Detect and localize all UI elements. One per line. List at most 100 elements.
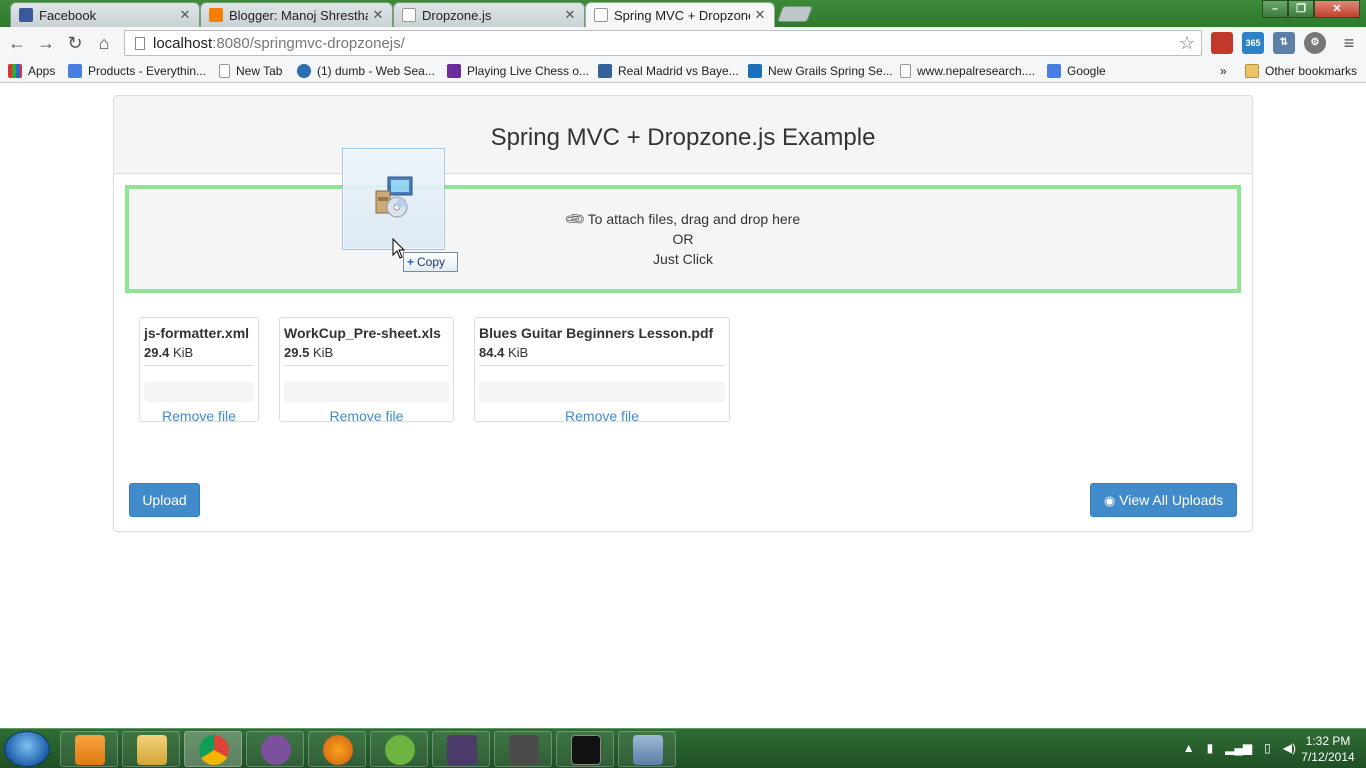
firefox-icon [323, 735, 353, 765]
address-bar[interactable]: localhost:8080/springmvc-dropzonejs/ ☆ [124, 30, 1202, 56]
file-size-unit: KiB [172, 345, 194, 360]
start-button[interactable] [4, 731, 50, 767]
bookmark-live-chess[interactable]: Playing Live Chess o... [447, 62, 589, 80]
view-all-uploads-label: View All Uploads [1119, 492, 1224, 508]
file-size-value: 29.5 [284, 345, 310, 360]
folder-icon [1245, 64, 1259, 78]
tab-blogger[interactable]: Blogger: Manoj Shrestha's ✕ [200, 2, 393, 27]
upload-button[interactable]: Upload [129, 483, 200, 517]
bookmark-apps[interactable]: Apps [8, 62, 55, 80]
bookmark-label: Google [1067, 64, 1106, 78]
reload-icon[interactable]: ↻ [63, 31, 87, 55]
file-name: WorkCup_Pre-sheet.xls [284, 325, 441, 341]
bing-icon [297, 64, 311, 78]
file-size: 29.5 KiB [284, 344, 449, 366]
installer-package-icon [375, 176, 413, 218]
close-icon[interactable]: ✕ [564, 7, 576, 23]
taskbar-eclipse-javaee[interactable] [432, 731, 490, 767]
menu-icon[interactable]: ≡ [1338, 32, 1360, 54]
taskbar-viber[interactable] [246, 731, 304, 767]
copy-label: Copy [417, 255, 446, 269]
bookmark-new-tab[interactable]: New Tab [219, 62, 282, 80]
tab-label: Facebook [39, 7, 97, 23]
bookmark-products[interactable]: Products - Everythin... [68, 62, 206, 80]
upload-progress-bar [479, 382, 725, 402]
taskbar-clock[interactable]: 1:32 PM 7/12/2014 [1298, 733, 1358, 765]
tab-label: Blogger: Manoj Shrestha's [229, 7, 368, 23]
close-icon[interactable]: ✕ [372, 7, 384, 23]
bookmark-other[interactable]: Other bookmarks [1245, 62, 1357, 80]
close-icon[interactable]: ✕ [179, 7, 191, 23]
remove-file-link[interactable]: Remove file [144, 408, 254, 424]
google-icon [68, 64, 82, 78]
media-player-icon [75, 735, 105, 765]
file-name: js-formatter.xml [144, 325, 250, 341]
bookmark-grails-spring[interactable]: New Grails Spring Se... [748, 62, 893, 80]
download-extension-icon[interactable]: ⇅ [1273, 32, 1295, 54]
url-path: :8080/springmvc-dropzonejs/ [212, 34, 405, 52]
apps-icon [8, 64, 22, 78]
terminal-icon [571, 735, 601, 765]
view-all-uploads-button[interactable]: ◉ View All Uploads [1090, 483, 1237, 517]
taskbar-firefox[interactable] [308, 731, 366, 767]
panel-heading: Spring MVC + Dropzone.js Example [114, 96, 1252, 174]
bookmarks-bar: Apps Products - Everythin... New Tab (1)… [0, 59, 1366, 83]
bookmark-label: Other bookmarks [1265, 64, 1358, 78]
dropzone-line3: Just Click [653, 251, 713, 267]
home-icon[interactable]: ⌂ [92, 31, 116, 55]
bookmark-dumb-web-search[interactable]: (1) dumb - Web Sea... [297, 62, 435, 80]
tab-facebook[interactable]: Facebook ✕ [10, 2, 200, 27]
window-close-icon[interactable]: ✕ [1314, 0, 1360, 18]
new-tab-button[interactable] [777, 6, 813, 22]
bookmarks-overflow-button[interactable]: » [1220, 62, 1227, 80]
taskbar-command-prompt[interactable] [556, 731, 614, 767]
bookmark-google[interactable]: Google [1047, 62, 1106, 80]
drag-file-ghost [342, 148, 445, 250]
battery-icon[interactable]: ▯ [1264, 741, 1271, 755]
taskbar-sublime-text[interactable] [494, 731, 552, 767]
page-icon [135, 36, 145, 50]
taskbar-file-explorer[interactable] [122, 731, 180, 767]
bookmark-label: Apps [28, 64, 56, 78]
volume-icon[interactable]: ◀) [1283, 741, 1296, 755]
gear-extension-icon[interactable]: ⚙ [1304, 32, 1326, 54]
remove-file-link[interactable]: Remove file [284, 408, 449, 424]
browser-titlebar: Facebook ✕ Blogger: Manoj Shrestha's ✕ D… [0, 0, 1366, 27]
file-preview: js-formatter.xml 29.4 KiB Remove file [139, 317, 259, 424]
window-controls: – ❐ ✕ [1262, 0, 1360, 18]
bookmark-star-icon[interactable]: ☆ [1179, 33, 1195, 54]
chrome-icon [199, 735, 229, 765]
bookmark-real-madrid[interactable]: Real Madrid vs Baye... [598, 62, 739, 80]
upload-progress-bar [284, 382, 449, 402]
forward-icon[interactable]: → [34, 31, 58, 55]
show-hidden-icons-icon[interactable]: ▲ [1183, 741, 1195, 755]
sublime-text-icon [509, 735, 539, 765]
tab-dropzone[interactable]: Dropzone.js ✕ [393, 2, 585, 27]
upload-progress-bar [144, 382, 254, 402]
bookmark-extension-icon[interactable] [1211, 32, 1233, 54]
signal-icon[interactable]: ▂▄▆ [1225, 741, 1252, 755]
minimize-icon[interactable]: – [1262, 0, 1288, 18]
spring-leaf-icon [385, 735, 415, 765]
file-size-value: 29.4 [144, 345, 170, 360]
close-icon[interactable]: ✕ [754, 7, 766, 23]
file-name: Blues Guitar Beginners Lesson.pdf [479, 325, 714, 341]
tab-spring-mvc-dropzone[interactable]: Spring MVC + Dropzone.js ✕ [585, 2, 775, 27]
dropzone-instruction: 📎︎To attach files, drag and drop here [129, 207, 1237, 231]
restore-icon[interactable]: ❐ [1288, 0, 1314, 18]
network-icon[interactable]: ▮ [1207, 741, 1214, 755]
bookmark-nepalresearch[interactable]: www.nepalresearch.... [900, 62, 1035, 80]
back-icon[interactable]: ← [5, 31, 29, 55]
bookmark-label: Products - Everythin... [88, 64, 207, 78]
taskbar-app[interactable] [618, 731, 676, 767]
remove-file-link[interactable]: Remove file [479, 408, 725, 424]
soccer-icon [598, 64, 612, 78]
system-tray: ▲ ▮ ▂▄▆ ▯ ◀) [1183, 741, 1296, 755]
dropzone-area[interactable]: 📎︎To attach files, drag and drop here OR… [125, 185, 1241, 293]
taskbar-chrome[interactable] [184, 731, 242, 767]
file-size-unit: KiB [507, 345, 529, 360]
365-extension-icon[interactable]: 365 [1242, 32, 1264, 54]
viber-icon [261, 735, 291, 765]
taskbar-spring-tool-suite[interactable] [370, 731, 428, 767]
taskbar-media-player[interactable] [60, 731, 118, 767]
